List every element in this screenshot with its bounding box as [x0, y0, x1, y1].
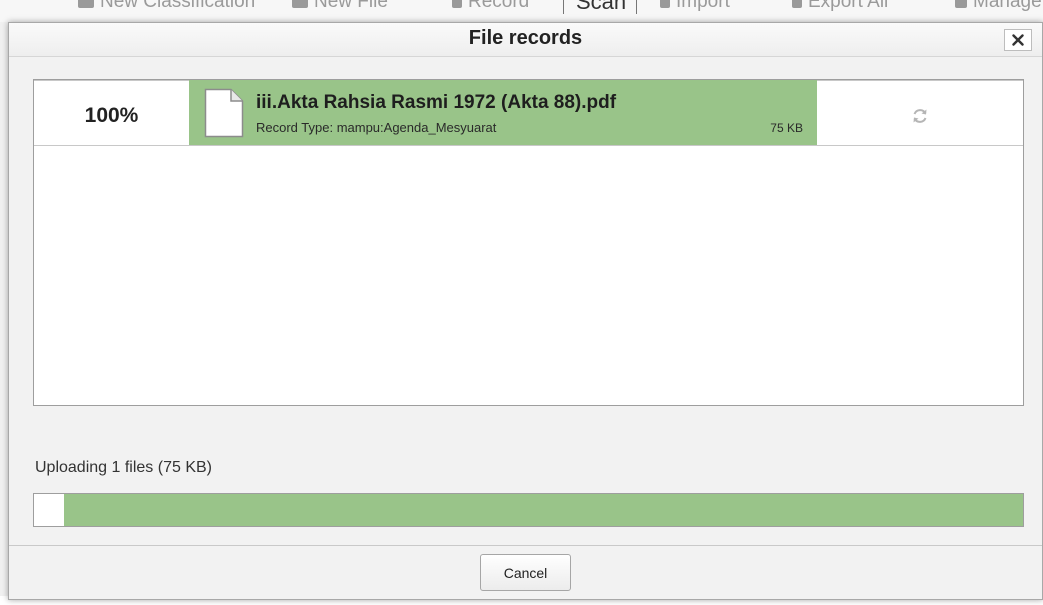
dialog-footer: Cancel	[9, 545, 1042, 599]
export-all-label: Export All	[808, 0, 889, 12]
background-toolbar: New Classification New File Record Scan …	[0, 0, 1043, 22]
toolbar-separator	[563, 0, 564, 14]
dialog-header: File records	[9, 23, 1042, 57]
record-type: Record Type: mampu:Agenda_Mesyuarat	[256, 120, 497, 135]
new-file-button[interactable]: New File	[292, 0, 388, 13]
background-panel-edge	[0, 22, 8, 596]
record-label: Record	[468, 0, 530, 12]
file-row: 100% iii.Akta Rahsia Rasmi 1972 (Akta 88…	[34, 80, 1023, 146]
import-icon	[660, 0, 670, 8]
new-classification-label: New Classification	[100, 0, 256, 12]
folder-icon	[292, 0, 308, 8]
new-file-label: New File	[314, 0, 388, 12]
file-name: iii.Akta Rahsia Rasmi 1972 (Akta 88).pdf	[256, 92, 617, 113]
file-card: iii.Akta Rahsia Rasmi 1972 (Akta 88).pdf…	[189, 80, 817, 145]
scan-label: Scan	[576, 0, 627, 14]
upload-percent: 100%	[84, 103, 139, 127]
refresh-icon	[913, 108, 927, 123]
close-button[interactable]	[1004, 29, 1032, 51]
file-records-dialog: File records 100% iii.Akta Rahsia Rasmi …	[8, 22, 1043, 600]
document-icon	[204, 88, 244, 138]
export-all-button[interactable]: Export All	[792, 0, 888, 13]
upload-progress-bar	[33, 493, 1024, 527]
export-icon	[792, 0, 802, 8]
scan-button[interactable]: Scan	[576, 0, 626, 15]
toolbar-separator	[636, 0, 637, 14]
file-list: 100% iii.Akta Rahsia Rasmi 1972 (Akta 88…	[33, 79, 1024, 406]
import-button[interactable]: Import	[660, 0, 730, 13]
import-label: Import	[676, 0, 730, 12]
lock-icon	[955, 0, 967, 8]
retry-button[interactable]	[817, 80, 1023, 145]
new-classification-button[interactable]: New Classification	[78, 0, 255, 13]
record-button[interactable]: Record	[452, 0, 529, 13]
file-size: 75 KB	[770, 121, 803, 135]
manage-label: Manage	[973, 0, 1042, 12]
cancel-button[interactable]: Cancel	[480, 554, 571, 591]
close-icon	[1012, 34, 1024, 46]
dialog-title: File records	[468, 27, 583, 49]
folder-icon	[78, 0, 94, 8]
manage-button[interactable]: Manage	[955, 0, 1042, 13]
upload-icon	[452, 0, 462, 8]
upload-status: Uploading 1 files (75 KB)	[35, 459, 212, 476]
progress-fill	[63, 494, 1023, 526]
